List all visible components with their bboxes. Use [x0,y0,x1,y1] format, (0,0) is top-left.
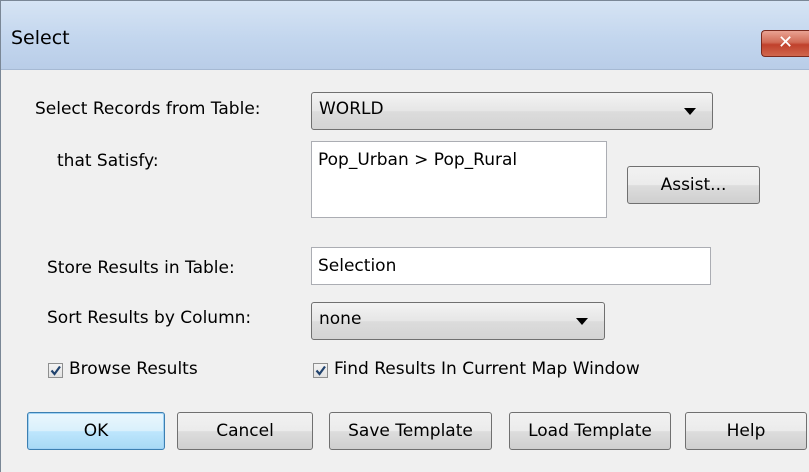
sort-column-value: none [319,309,362,329]
help-button[interactable]: Help [685,412,807,450]
close-button[interactable]: ✕ [761,30,809,57]
table-select[interactable]: WORLD [311,92,713,130]
chevron-down-icon [684,108,696,115]
cancel-button[interactable]: Cancel [177,412,313,450]
find-results-checkbox[interactable] [313,363,328,378]
select-dialog: Select ✕ Select Records from Table: WORL… [0,0,809,472]
assist-button[interactable]: Assist... [627,166,760,204]
window-title: Select [11,27,70,49]
title-bar: Select ✕ [1,1,809,70]
satisfy-label: that Satisfy: [57,151,159,171]
store-table-value: Selection [318,256,397,276]
save-template-button[interactable]: Save Template [329,412,492,450]
chevron-down-icon [576,318,588,325]
close-icon: ✕ [777,32,794,53]
checkmark-icon [50,365,61,376]
store-table-field[interactable]: Selection [311,247,711,285]
expression-field[interactable]: Pop_Urban > Pop_Rural [311,141,607,218]
browse-results-checkbox[interactable] [48,363,63,378]
find-results-label: Find Results In Current Map Window [334,359,640,379]
table-select-value: WORLD [319,99,384,119]
store-label: Store Results in Table: [47,258,235,278]
expression-text: Pop_Urban > Pop_Rural [318,150,518,170]
table-label: Select Records from Table: [35,99,261,119]
checkmark-icon [315,365,326,376]
browse-results-label: Browse Results [69,359,198,379]
ok-button[interactable]: OK [27,412,165,450]
sort-label: Sort Results by Column: [47,308,252,328]
load-template-button[interactable]: Load Template [509,412,671,450]
sort-column-select[interactable]: none [311,302,605,340]
